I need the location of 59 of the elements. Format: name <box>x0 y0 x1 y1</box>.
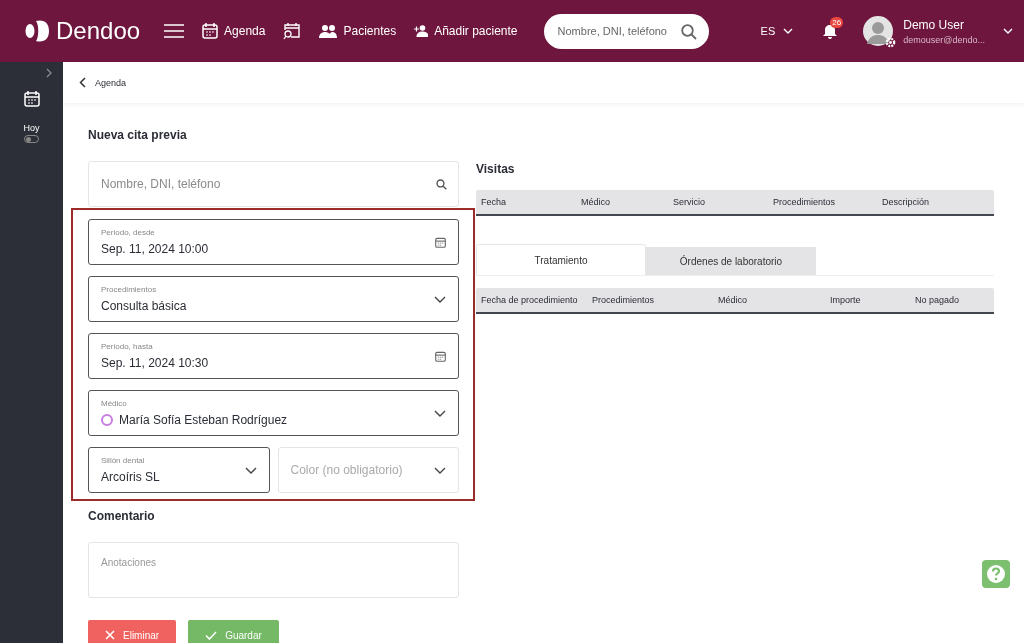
today-label: Hoy <box>23 123 40 133</box>
chevron-down-icon <box>244 466 257 474</box>
select-field[interactable]: Sillón dental Arcoíris SL <box>88 447 270 493</box>
comment-field[interactable]: Anotaciones <box>88 542 459 598</box>
column-header: Fecha de procedimiento <box>481 295 579 305</box>
calendar-search-icon <box>283 22 302 40</box>
language-selector[interactable]: ES <box>754 24 800 38</box>
column-header: Importe <box>830 295 862 305</box>
tab[interactable]: Órdenes de laboratorio <box>646 247 816 275</box>
help-icon <box>986 564 1006 584</box>
column-header: Servicio <box>673 197 706 207</box>
column-header: Procedimientos <box>773 197 837 207</box>
chevron-left-icon <box>79 77 86 88</box>
close-icon <box>105 630 115 640</box>
tab[interactable]: Tratamiento <box>476 244 646 275</box>
search-icon <box>680 23 697 40</box>
calendar-icon <box>435 350 446 362</box>
add-person-icon <box>414 25 429 37</box>
menu-icon[interactable] <box>164 24 185 38</box>
visits-title: Visitas <box>476 162 516 176</box>
chevron-down-icon <box>783 28 794 34</box>
avatar[interactable] <box>863 16 894 46</box>
date-field[interactable]: Periodo, desde Sep. 11, 2024 10:00 <box>88 219 459 265</box>
settings-icon <box>885 37 897 48</box>
column-header: Descripción <box>882 197 931 207</box>
calendar-icon <box>435 236 446 248</box>
form-title: Nueva cita previa <box>88 128 188 142</box>
nav-icon-button[interactable] <box>283 22 302 40</box>
patient-search-field[interactable]: Nombre, DNI, teléfono <box>88 161 459 207</box>
search-field[interactable]: Nombre, DNI, teléfono <box>543 13 709 49</box>
back-link[interactable]: Agenda <box>79 77 127 88</box>
column-header: Médico <box>718 295 748 305</box>
nav-link[interactable]: Añadir paciente <box>414 24 518 38</box>
chevron-down-icon <box>434 295 446 303</box>
notification-badge: 26 <box>830 16 844 28</box>
chevron-down-icon <box>434 409 446 417</box>
bell-icon[interactable] <box>823 23 838 39</box>
chevron-down-icon <box>434 466 446 474</box>
select-field[interactable]: Médico María Sofía Esteban Rodríguez <box>88 390 459 436</box>
nav-link[interactable]: Agenda <box>202 23 266 39</box>
select-field[interactable]: Procedimientos Consulta básica <box>88 276 459 322</box>
comment-title: Comentario <box>88 509 156 523</box>
search-icon <box>436 179 447 190</box>
people-icon <box>319 24 338 38</box>
column-header: Fecha <box>481 197 507 207</box>
nav-link[interactable]: Pacientes <box>319 24 397 38</box>
check-icon <box>205 630 218 640</box>
calendar-icon[interactable] <box>23 91 40 107</box>
user-name: Demo User <box>903 17 965 32</box>
column-header: Procedimientos <box>592 295 656 305</box>
chevron-down-icon[interactable] <box>1002 28 1013 34</box>
chevron-right-icon[interactable] <box>46 68 52 78</box>
logo-icon <box>24 19 50 43</box>
logo-text: Dendoo <box>56 17 141 45</box>
calendar-icon <box>202 23 219 39</box>
user-email: demouser@dendo... <box>903 34 985 45</box>
date-field[interactable]: Periodo, hasta Sep. 11, 2024 10:30 <box>88 333 459 379</box>
column-header: No pagado <box>915 295 961 305</box>
column-header: Médico <box>581 197 611 207</box>
